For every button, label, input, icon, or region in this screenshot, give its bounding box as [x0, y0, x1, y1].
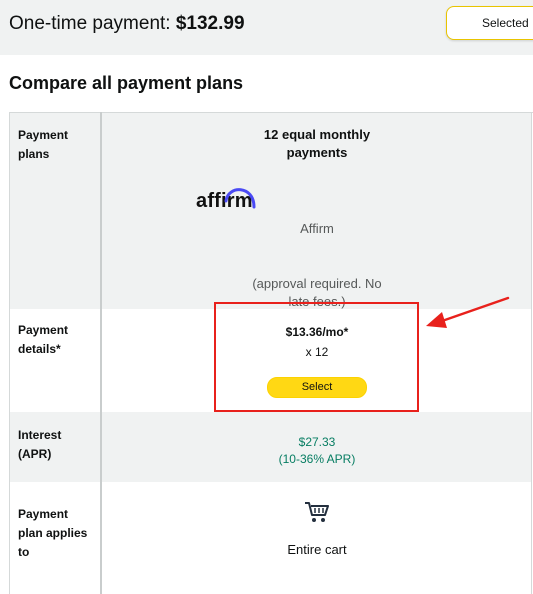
table-border-right	[531, 112, 532, 594]
row-label-applies-to: Payment plan applies to	[18, 507, 88, 559]
one-time-payment-text: One-time payment: $132.99	[9, 13, 245, 35]
row-label-payment-details: Payment details*	[18, 323, 69, 356]
interest-amount: $27.33	[298, 435, 336, 449]
compare-plans-heading: Compare all payment plans	[9, 73, 244, 93]
table-column-divider	[100, 112, 102, 594]
affirm-logo: affirm	[196, 183, 258, 212]
table-border-top	[9, 112, 533, 113]
applies-to-value: Entire cart	[287, 542, 347, 557]
selected-button[interactable]: Selected	[446, 6, 533, 40]
interest-apr: (10-36% APR)	[278, 452, 356, 466]
plan-title: 12 equal monthly payments	[263, 127, 371, 160]
plan-provider-name: Affirm	[300, 221, 334, 236]
annotation-highlight-box	[214, 302, 419, 412]
red-arrow-icon	[426, 296, 510, 328]
table-border-left	[9, 112, 10, 594]
row-label-payment-plans: Payment plans	[18, 128, 69, 161]
shopping-cart-icon	[305, 502, 329, 522]
row-interest: Interest (APR) $27.33 (10-36% APR)	[10, 412, 531, 482]
affirm-arc-icon	[224, 188, 256, 209]
one-time-price: $132.99	[175, 13, 245, 34]
one-time-label: One-time payment:	[9, 13, 171, 34]
one-time-payment-bar: One-time payment: $132.99 Selected	[0, 0, 533, 55]
row-applies-to: Payment plan applies to Entire cart	[10, 482, 531, 594]
row-payment-plans: Payment plans 12 equal monthly payments …	[10, 113, 531, 309]
row-label-interest: Interest (APR)	[18, 428, 62, 461]
